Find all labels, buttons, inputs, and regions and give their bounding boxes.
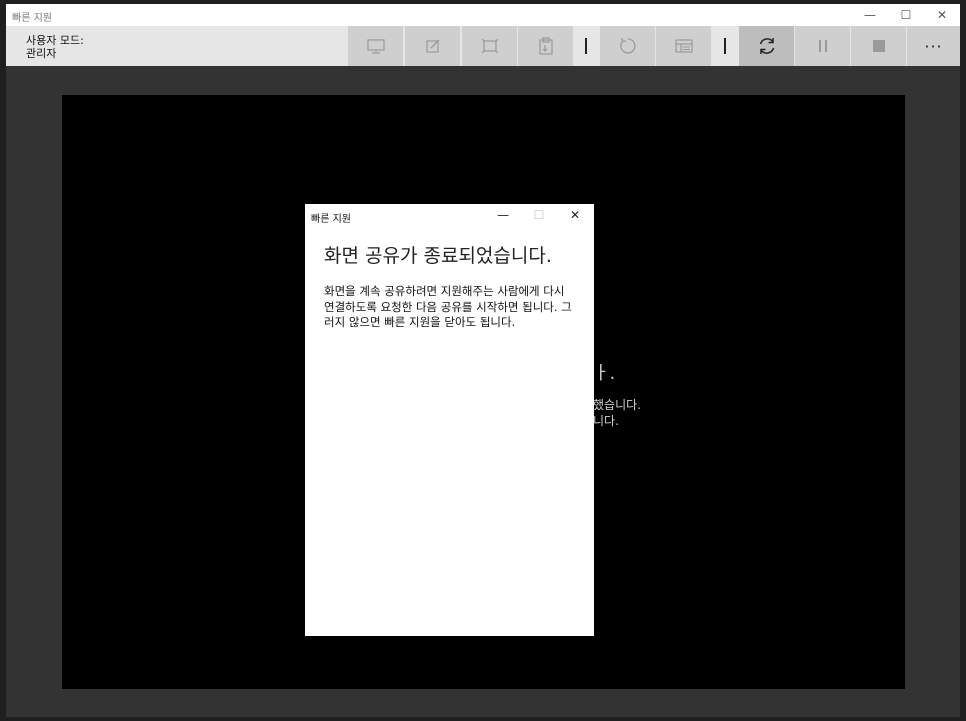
actual-size-icon: [481, 38, 498, 54]
session-ended-dialog: 빠른 지원 — ☐ ✕ 화면 공유가 종료되었습니다. 화면을 계속 공유하려면…: [305, 204, 594, 636]
task-manager-button[interactable]: [656, 26, 711, 66]
select-monitor-icon: [366, 39, 385, 54]
user-mode-value: 관리자: [26, 47, 57, 60]
reconnect-icon: [759, 38, 774, 54]
title-bar: 빠른 지원 — ☐ ✕: [6, 4, 960, 26]
stop-icon: [872, 40, 885, 52]
select-monitor-button[interactable]: [348, 26, 403, 66]
pause-button[interactable]: [795, 26, 850, 66]
dialog-message: 화면을 계속 공유하려면 지원해주는 사람에게 다시 연결하도록 요청한 다음 …: [324, 284, 572, 329]
user-mode-label: 사용자 모드:: [26, 34, 84, 47]
actual-size-button[interactable]: [462, 26, 517, 66]
remote-background-text: ㅏ.: [593, 363, 616, 384]
toolbar-separator: [724, 38, 726, 54]
toolbar: 사용자 모드: 관리자 ···: [6, 26, 960, 66]
user-mode: 사용자 모드: 관리자: [26, 34, 84, 60]
dialog-minimize-button[interactable]: —: [485, 204, 521, 226]
quick-assist-window: 빠른 지원 — ☐ ✕ 사용자 모드: 관리자 ··· ㅏ. 했습니다. 니다.…: [6, 4, 960, 717]
restart-button[interactable]: [600, 26, 655, 66]
restart-icon: [619, 37, 635, 54]
toolbar-separator: [585, 38, 587, 54]
maximize-button[interactable]: ☐: [888, 4, 924, 26]
window-title: 빠른 지원: [12, 13, 52, 24]
stop-button[interactable]: [851, 26, 906, 66]
close-button[interactable]: ✕: [924, 4, 960, 26]
more-options-button[interactable]: ···: [907, 26, 960, 66]
remote-background-text: 했습니다.: [593, 398, 641, 412]
annotate-icon: [425, 39, 439, 53]
dialog-title: 빠른 지원: [311, 214, 351, 225]
dialog-close-button[interactable]: ✕: [557, 204, 593, 226]
clipboard-button[interactable]: [518, 26, 573, 66]
task-manager-icon: [674, 39, 693, 53]
minimize-button[interactable]: —: [852, 4, 888, 26]
dialog-maximize-button: ☐: [533, 208, 545, 222]
pause-icon: [818, 40, 827, 52]
clipboard-icon: [538, 37, 553, 55]
remote-background-text: 니다.: [593, 414, 619, 428]
reconnect-button[interactable]: [739, 26, 794, 66]
dialog-heading: 화면 공유가 종료되었습니다.: [324, 245, 552, 267]
annotate-button[interactable]: [405, 26, 460, 66]
